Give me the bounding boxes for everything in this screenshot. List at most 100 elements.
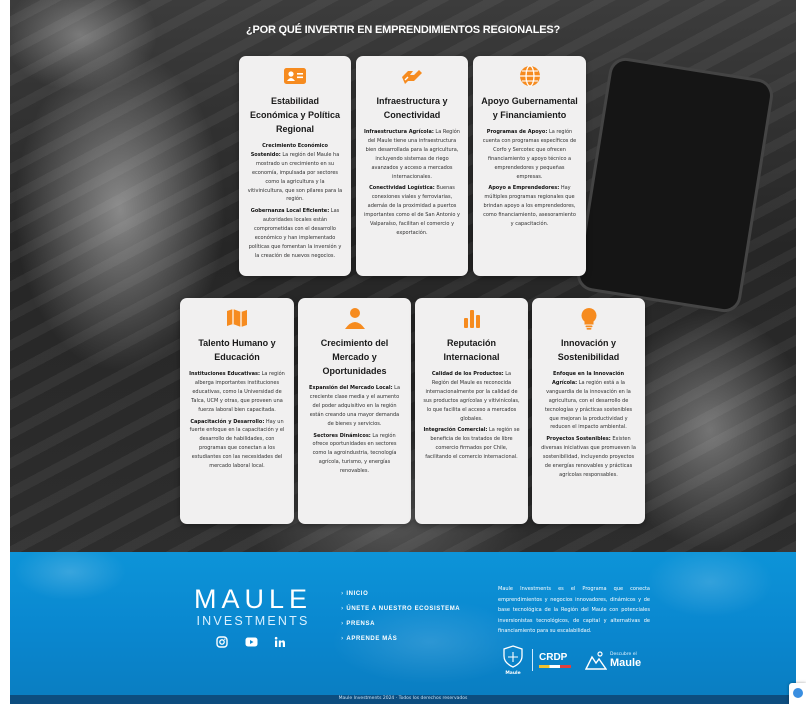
card-paragraph: Enfoque en la Innovación Agrícola: La re…: [540, 370, 637, 432]
card-title: Reputación Internacional: [443, 338, 500, 362]
footer-link-prensa[interactable]: › PRENSA: [341, 616, 460, 631]
paragraph-lead: Gobernanza Local Eficiente:: [250, 208, 330, 215]
card-body: Infraestructura Agrícola: La Región del …: [364, 128, 460, 238]
card-paragraph: Instituciones Educativas: La región albe…: [188, 370, 286, 415]
paragraph-lead: Expansión del Mercado Local:: [308, 385, 393, 391]
paragraph-lead: Instituciones Educativas:: [189, 371, 260, 377]
chevron-right-icon: ›: [341, 605, 344, 612]
lightbulb-icon: [581, 308, 596, 330]
chevron-right-icon: ›: [341, 620, 344, 627]
card-title: Innovación y Sostenibilidad: [557, 338, 620, 362]
paragraph-text: La Región del Maule tiene una infraestru…: [365, 129, 460, 180]
card-paragraph: Gobernanza Local Eficiente: Las autorida…: [247, 207, 343, 260]
card-body: Expansión del Mercado Local: La crecient…: [306, 384, 403, 476]
card-paragraph: Infraestructura Agrícola: La Región del …: [364, 128, 460, 181]
paragraph-text: Existen diversas iniciativas que promuev…: [541, 436, 636, 478]
paragraph-text: La región cuenta con programas específic…: [482, 129, 577, 180]
footer-link-label: INICIO: [346, 590, 369, 597]
card-paragraph: Proyectos Sostenibles: Existen diversas …: [540, 435, 637, 480]
handshake-icon: [402, 70, 422, 84]
card-paragraph: Programas de Apoyo: La región cuenta con…: [481, 128, 578, 181]
card-infraestructura: Infraestructura y Conectividad Infraestr…: [356, 56, 468, 276]
shield-icon: [503, 645, 523, 668]
paragraph-lead: Apoyo a Emprendedores:: [488, 185, 560, 192]
map-icon: [227, 309, 247, 327]
page: ¿POR QUÉ INVERTIR EN EMPRENDIMIENTOS REG…: [0, 0, 806, 704]
footer-menu: › INICIO › ÚNETE A NUESTRO ECOSISTEMA › PRE…: [341, 586, 460, 646]
logo-divider: [532, 649, 533, 671]
paragraph-lead: Calidad de los Productos:: [431, 371, 504, 377]
copyright-bar: Maule Investments 2024 · Todos los derec…: [10, 695, 796, 704]
chat-icon: [793, 688, 803, 698]
card-body: Instituciones Educativas: La región albe…: [188, 370, 286, 471]
card-paragraph: Integración Comercial: La región se bene…: [423, 426, 520, 462]
brand-logo[interactable]: MAULE INVESTMENTS: [193, 585, 313, 629]
card-title: Talento Humano y Educación: [198, 338, 276, 362]
section-title: ¿POR QUÉ INVERTIR EN EMPRENDIMIENTOS REG…: [245, 24, 561, 36]
card-body: Programas de Apoyo: La región cuenta con…: [481, 128, 578, 229]
paragraph-lead: Sectores Dinámicos:: [313, 432, 371, 439]
bar-chart-icon: [463, 310, 480, 328]
footer-link-label: APRENDE MÁS: [346, 635, 398, 642]
brand-subtitle: INVESTMENTS: [196, 614, 310, 628]
card-paragraph: Calidad de los Productos: La Región del …: [423, 370, 520, 423]
chat-widget-button[interactable]: [789, 683, 806, 704]
card-talento: Talento Humano y Educación Instituciones…: [180, 298, 294, 524]
paragraph-lead: Proyectos Sostenibles:: [546, 436, 611, 443]
card-estabilidad: Estabilidad Económica y Política Regiona…: [239, 56, 351, 276]
footer-about-text: Maule Investments es el Programa que con…: [498, 586, 650, 635]
paragraph-lead: Conectividad Logística:: [369, 185, 435, 192]
mountain-icon: [585, 651, 607, 670]
paragraph-text: La región alberga importantes institucio…: [191, 371, 285, 413]
instagram-icon[interactable]: [216, 636, 228, 648]
chevron-right-icon: ›: [341, 590, 344, 597]
card-body: Enfoque en la Innovación Agrícola: La re…: [540, 370, 637, 480]
card-body: Calidad de los Productos: La Región del …: [423, 370, 520, 462]
globe-icon: [519, 65, 540, 87]
card-title: Estabilidad Económica y Política Regiona…: [249, 96, 341, 134]
card-paragraph: Capacitación y Desarrollo: Hay un fuerte…: [188, 418, 286, 471]
card-body: Crecimiento Económico Sostenido: La regi…: [247, 142, 343, 261]
paragraph-text: Hay múltiples programas regionales que b…: [483, 185, 576, 228]
paragraph-text: La creciente clase media y el aumento de…: [309, 385, 401, 427]
maule-logo-label: Maule: [505, 671, 521, 676]
footer-link-inicio[interactable]: › INICIO: [341, 586, 460, 601]
partner-logos: Maule CRDP Descubre el Maule: [500, 644, 660, 676]
paragraph-text: Las autoridades locales están comprometi…: [248, 208, 342, 259]
card-innovacion: Innovación y Sostenibilidad Enfoque en l…: [532, 298, 645, 524]
person-icon: [344, 308, 365, 329]
card-paragraph: Crecimiento Económico Sostenido: La regi…: [247, 142, 343, 204]
paragraph-lead: Integración Comercial:: [423, 427, 488, 434]
footer: MAULE INVESTMENTS › INICIO › ÚNETE A NUEST…: [10, 552, 796, 695]
descubre-maule-logo: Descubre el Maule: [585, 650, 641, 670]
paragraph-text: Hay un fuerte enfoque en la capacitación…: [189, 418, 285, 470]
paragraph-text: La región del Maule ha mostrado un creci…: [247, 151, 343, 203]
paragraph-lead: Infraestructura Agrícola:: [364, 129, 434, 135]
chevron-right-icon: ›: [341, 635, 344, 642]
social-links: [216, 636, 286, 648]
hero-section: ¿POR QUÉ INVERTIR EN EMPRENDIMIENTOS REG…: [10, 0, 796, 552]
card-reputacion: Reputación Internacional Calidad de los …: [415, 298, 528, 524]
card-title: Infraestructura y Conectividad: [376, 96, 448, 120]
brand-name: MAULE: [193, 584, 313, 614]
paragraph-text: Buenas conexiones viales y ferroviarias,…: [364, 185, 460, 236]
footer-link-label: ÚNETE A NUESTRO ECOSISTEMA: [346, 605, 461, 612]
copyright-text: Maule Investments 2024 · Todos los derec…: [338, 696, 468, 701]
crdp-stripe: [539, 665, 571, 668]
card-title: Apoyo Gubernamental y Financiamiento: [481, 96, 578, 120]
youtube-icon[interactable]: [245, 637, 258, 647]
card-paragraph: Apoyo a Emprendedores: Hay múltiples pro…: [481, 184, 578, 229]
paragraph-text: La región está a la vanguardia de la inn…: [544, 379, 633, 431]
gobierno-maule-logo: Maule: [500, 645, 526, 676]
card-title: Crecimiento del Mercado y Oportunidades: [320, 338, 389, 376]
footer-link-aprende[interactable]: › APRENDE MÁS: [341, 631, 460, 646]
crdp-logo: CRDP: [539, 652, 571, 668]
footer-link-ecosistema[interactable]: › ÚNETE A NUESTRO ECOSISTEMA: [341, 601, 460, 616]
footer-link-label: PRENSA: [346, 620, 376, 627]
linkedin-icon[interactable]: [274, 636, 286, 648]
card-mercado: Crecimiento del Mercado y Oportunidades …: [298, 298, 411, 524]
paragraph-lead: Capacitación y Desarrollo:: [190, 418, 265, 425]
maule-label: Maule: [610, 656, 642, 669]
id-card-icon: [284, 68, 306, 84]
card-paragraph: Conectividad Logística: Buenas conexione…: [364, 184, 460, 237]
